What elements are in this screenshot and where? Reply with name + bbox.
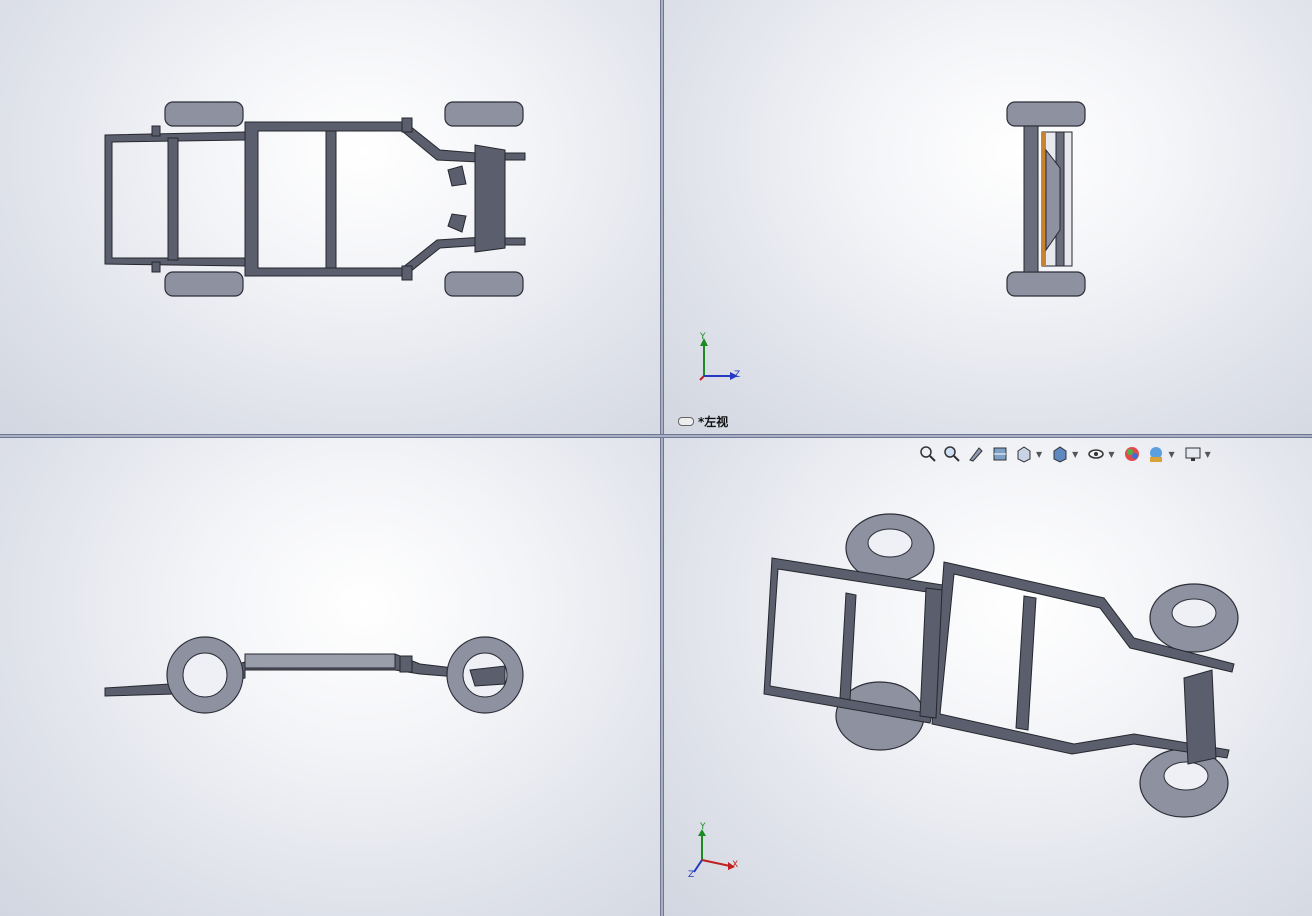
top-view-model — [104, 101, 526, 297]
front-crossmember — [474, 144, 506, 253]
mid-crossmember — [1015, 595, 1037, 731]
viewport-left-view[interactable]: Y Z *左视 — [664, 0, 1312, 434]
view-name-text: *左视 — [698, 415, 729, 429]
bracket — [151, 261, 161, 273]
viewport-splitter-horizontal[interactable] — [0, 434, 1312, 438]
bracket — [401, 265, 413, 281]
tire-rear-right — [164, 271, 244, 297]
front-horn-left — [504, 152, 526, 161]
tire-bottom — [1006, 271, 1086, 297]
tire-top — [1006, 101, 1086, 127]
spring-hanger — [447, 165, 467, 187]
axis-y-label: Y — [700, 332, 706, 342]
axis-triad-iso: Y X Z — [688, 822, 768, 880]
axis-y-label: Y — [700, 822, 706, 832]
front-view-model — [104, 636, 524, 714]
bracket — [401, 117, 413, 133]
axis-x-label: X — [732, 860, 739, 870]
mid-crossmember — [325, 130, 337, 269]
tire-front-right — [444, 271, 524, 297]
front-axle-bracket — [1183, 669, 1217, 765]
front-horn-right — [504, 237, 526, 246]
tire-front-left — [444, 101, 524, 127]
viewport-front-view[interactable] — [0, 438, 660, 916]
link-views-icon[interactable] — [678, 417, 694, 426]
rear-crossmember — [839, 592, 857, 701]
axis-triad: Y Z — [696, 332, 776, 384]
frame-rail — [1023, 125, 1039, 273]
orange-edge — [1042, 132, 1046, 266]
rear-crossmember — [167, 137, 179, 261]
tire-rear-left — [164, 101, 244, 127]
main-frame — [244, 121, 501, 277]
view-name-label: *左视 — [678, 413, 728, 430]
axis-z-label: Z — [688, 870, 695, 880]
viewport-isometric-view[interactable]: ▼ ▼ ▼ ▼ ▼ Y X Z — [664, 438, 1312, 916]
spring-hanger — [447, 213, 467, 233]
bracket — [151, 125, 161, 137]
axis-z-label: Z — [734, 370, 741, 380]
viewport-splitter-vertical[interactable] — [660, 0, 664, 916]
viewport-top-view[interactable] — [0, 0, 660, 434]
